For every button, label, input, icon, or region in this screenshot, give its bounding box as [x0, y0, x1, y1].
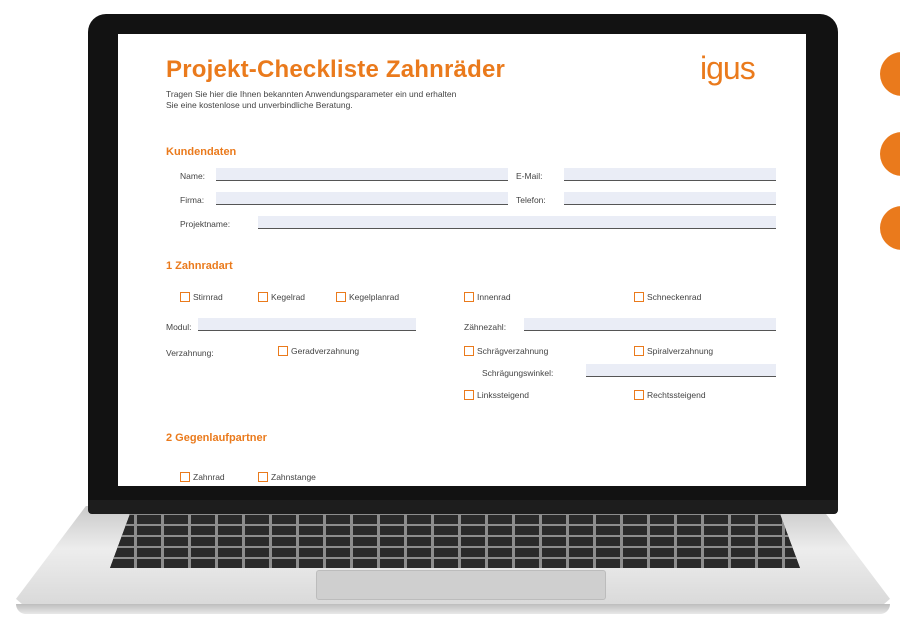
schraegungswinkel-field[interactable]	[586, 364, 776, 377]
checkbox-box[interactable]	[464, 346, 474, 356]
checkbox-label: Kegelrad	[271, 292, 306, 302]
checkbox-innenrad[interactable]: Innenrad	[464, 292, 511, 302]
checkbox-linkssteigend[interactable]: Linkssteigend	[464, 390, 529, 400]
form-title: Projekt-Checkliste Zahnräder	[166, 56, 506, 83]
intro-line-1: Tragen Sie hier die Ihnen bekannten Anwe…	[166, 89, 457, 99]
modul-label: Modul:	[166, 322, 192, 332]
checkbox-rechtssteigend[interactable]: Rechtssteigend	[634, 390, 706, 400]
laptop-keyboard	[110, 512, 800, 568]
checkbox-box[interactable]	[634, 292, 644, 302]
checkbox-label: Schrägverzahnung	[477, 346, 549, 356]
checkbox-spiralverzahnung[interactable]: Spiralverzahnung	[634, 346, 713, 356]
checkbox-box[interactable]	[258, 292, 268, 302]
checkbox-label: Schneckenrad	[647, 292, 702, 302]
checkbox-box[interactable]	[258, 472, 268, 482]
checkbox-label: Kegelplanrad	[349, 292, 400, 302]
laptop-screen: Projekt-Checkliste Zahnräder Tragen Sie …	[118, 34, 806, 486]
checkbox-label: Zahnstange	[271, 472, 316, 482]
email-field[interactable]	[564, 168, 776, 181]
checkbox-kegelplanrad[interactable]: Kegelplanrad	[336, 292, 399, 302]
checkbox-box[interactable]	[464, 390, 474, 400]
checkbox-box[interactable]	[634, 390, 644, 400]
checkbox-label: Zahnrad	[193, 472, 225, 482]
firma-label: Firma:	[180, 195, 205, 205]
igus-logo: igus	[700, 50, 756, 86]
modul-field[interactable]	[198, 318, 416, 331]
step-badge-2	[880, 132, 900, 176]
zaehnezahl-label: Zähnezahl:	[464, 322, 507, 332]
checkbox-stirnrad[interactable]: Stirnrad	[180, 292, 223, 302]
checkbox-label: Rechtssteigend	[647, 390, 706, 400]
checkbox-box[interactable]	[336, 292, 346, 302]
step-badge-3	[880, 206, 900, 250]
checkbox-schraegverzahnung[interactable]: Schrägverzahnung	[464, 346, 548, 356]
email-label: E-Mail:	[516, 171, 543, 181]
telefon-field[interactable]	[564, 192, 776, 205]
checkbox-zahnstange[interactable]: Zahnstange	[258, 472, 316, 482]
schraegungswinkel-label: Schrägungswinkel:	[482, 368, 554, 378]
laptop-hinge	[88, 500, 838, 514]
projektname-label: Projektname:	[180, 219, 231, 229]
step-badge-1	[880, 52, 900, 96]
name-label: Name:	[180, 171, 206, 181]
checkbox-schneckenrad[interactable]: Schneckenrad	[634, 292, 701, 302]
checkbox-label: Innenrad	[477, 292, 511, 302]
laptop-front-edge	[16, 604, 890, 614]
checkbox-box[interactable]	[180, 472, 190, 482]
checkbox-geradverzahnung[interactable]: Geradverzahnung	[278, 346, 359, 356]
checkbox-label: Linkssteigend	[477, 390, 529, 400]
name-field[interactable]	[216, 168, 508, 181]
telefon-label: Telefon:	[516, 195, 546, 205]
projektname-field[interactable]	[258, 216, 776, 229]
laptop-trackpad	[316, 570, 606, 600]
form-intro: Tragen Sie hier die Ihnen bekannten Anwe…	[166, 89, 626, 111]
checkbox-label: Geradverzahnung	[291, 346, 360, 356]
intro-line-2: Sie eine kostenlose und unverbindliche B…	[166, 100, 353, 110]
checkbox-zahnrad[interactable]: Zahnrad	[180, 472, 225, 482]
section-zahnradart: 1 Zahnradart	[166, 260, 233, 272]
checklist-form: Projekt-Checkliste Zahnräder Tragen Sie …	[118, 34, 806, 486]
section-gegenlaufpartner: 2 Gegenlaufpartner	[166, 432, 267, 444]
verzahnung-label: Verzahnung:	[166, 348, 214, 358]
checkbox-label: Stirnrad	[193, 292, 223, 302]
checkbox-box[interactable]	[180, 292, 190, 302]
firma-field[interactable]	[216, 192, 508, 205]
checkbox-box[interactable]	[634, 346, 644, 356]
checkbox-box[interactable]	[278, 346, 288, 356]
checkbox-label: Spiralverzahnung	[647, 346, 714, 356]
checkbox-box[interactable]	[464, 292, 474, 302]
zaehnezahl-field[interactable]	[524, 318, 776, 331]
checkbox-kegelrad[interactable]: Kegelrad	[258, 292, 305, 302]
section-kundendaten: Kundendaten	[166, 146, 237, 158]
